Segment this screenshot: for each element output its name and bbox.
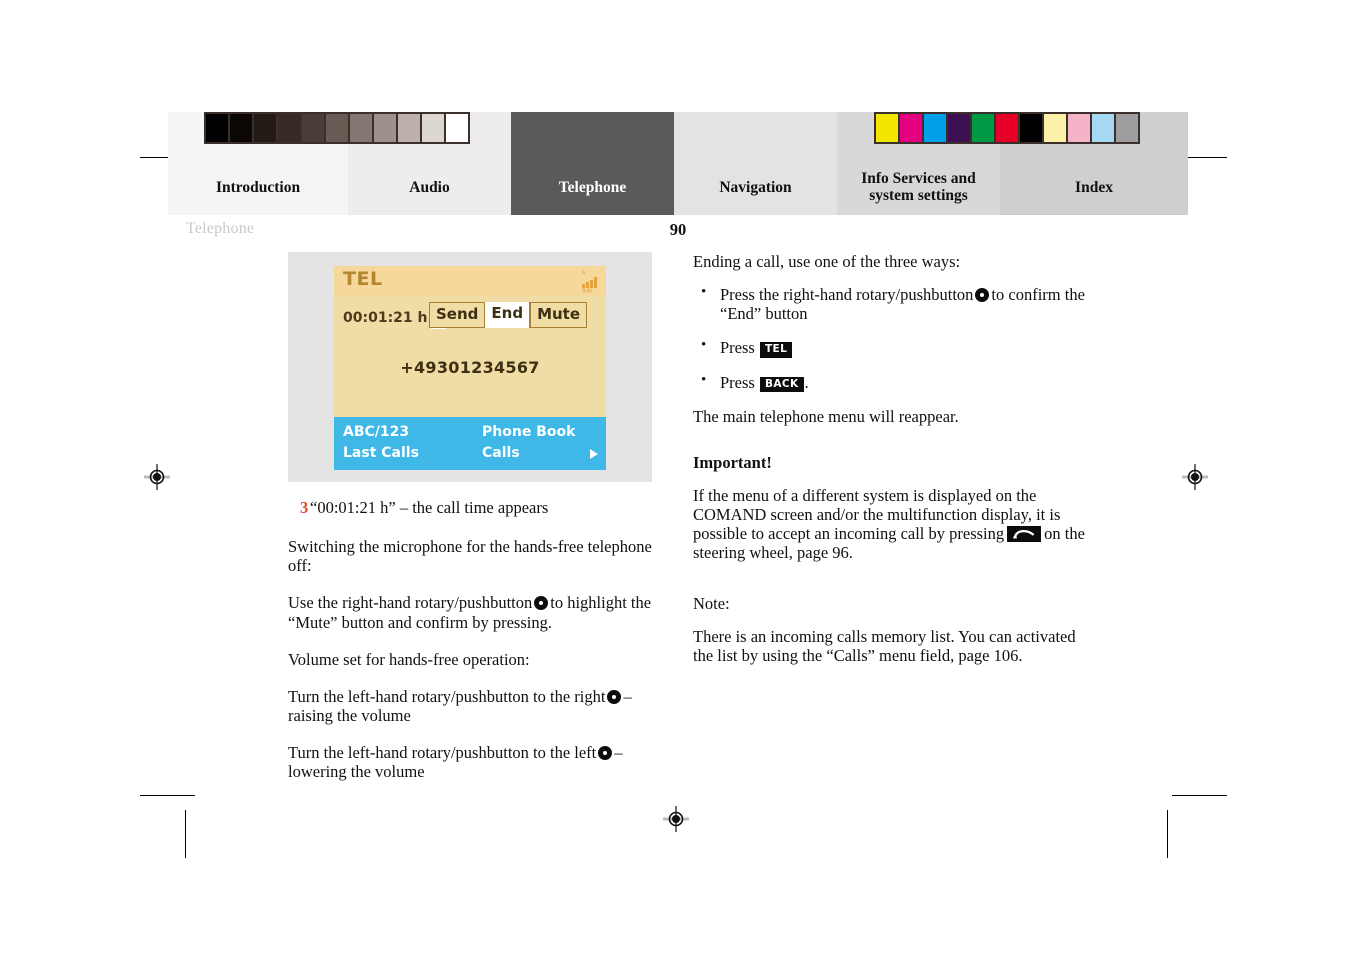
grayscale-swatch-4 xyxy=(300,114,324,142)
tab-audio-label: Audio xyxy=(409,179,450,197)
lcd-phone-number: +49301234567 xyxy=(400,358,540,377)
grayscale-swatch-7 xyxy=(372,114,396,142)
note-heading: Note: xyxy=(693,594,730,613)
lcd-footer-calls[interactable]: Calls xyxy=(482,445,520,461)
grayscale-swatch-8 xyxy=(396,114,420,142)
volume-up-before: Turn the left-hand rotary/pushbutton to … xyxy=(288,686,606,706)
lcd-footer-bar: ABC/123 Last Calls Phone Book Calls xyxy=(334,417,606,470)
important-heading: Important! xyxy=(693,452,772,472)
note-text: There is an incoming calls memory list. … xyxy=(693,627,1076,666)
tab-index-label: Index xyxy=(1075,179,1113,197)
tab-info-services-label: Info Services and system settings xyxy=(861,170,976,205)
lcd-screen: TEL s RM 00:01:21 h Send End Mute +49301… xyxy=(334,266,606,470)
phone-handset-key-icon xyxy=(1007,525,1042,542)
volume-up-instruction: Turn the left-hand rotary/pushbutton to … xyxy=(288,687,654,725)
figure-caption: 3 “00:01:21 h” – the call time appears xyxy=(288,498,654,517)
color-control-strip xyxy=(874,112,1140,144)
bullet3-after: . xyxy=(804,372,809,392)
signal-label-top: s xyxy=(582,269,586,276)
lcd-footer-last-calls[interactable]: Last Calls xyxy=(343,445,419,461)
grayscale-swatch-9 xyxy=(420,114,444,142)
bullet3-before: Press xyxy=(720,372,755,392)
volume-down-instruction: Turn the left-hand rotary/pushbutton to … xyxy=(288,743,654,781)
grayscale-swatch-0 xyxy=(206,114,228,142)
tab-info-services-label-line1: Info Services and xyxy=(861,169,976,187)
color-swatch-4 xyxy=(970,114,994,142)
ending-call-heading: Ending a call, use one of the three ways… xyxy=(693,252,961,271)
color-swatch-1 xyxy=(898,114,922,142)
mic-instruction: Use the right-hand rotary/pushbutton to h… xyxy=(288,593,654,631)
figure-caption-number: 3 xyxy=(300,498,309,517)
bullet2-before: Press xyxy=(720,338,755,358)
lcd-end-button[interactable]: End xyxy=(484,302,531,328)
grayscale-swatch-6 xyxy=(348,114,372,142)
grayscale-swatch-2 xyxy=(252,114,276,142)
rotary-pushbutton-icon xyxy=(607,689,622,704)
volume-down-before: Turn the left-hand rotary/pushbutton to … xyxy=(288,743,597,762)
chevron-right-icon xyxy=(590,449,598,459)
ending-call-bullet-list: Press the right-hand rotary/pushbuttonto… xyxy=(693,284,1085,393)
tab-introduction-label: Introduction xyxy=(215,179,301,197)
tab-telephone-label: Telephone xyxy=(558,179,627,197)
grayscale-swatch-1 xyxy=(228,114,252,142)
manual-page: Introduction Audio Telephone Navigation … xyxy=(168,112,1188,832)
list-item: Press BACK. xyxy=(693,372,1085,393)
lcd-footer-abc123[interactable]: ABC/123 xyxy=(343,424,409,440)
lcd-title: TEL xyxy=(343,268,383,290)
important-text: If the menu of a different system is dis… xyxy=(693,486,1085,563)
page-number: 90 xyxy=(669,220,687,239)
lcd-button-row: Send End Mute xyxy=(429,302,588,328)
figure-caption-text: “00:01:21 h” – the call time appears xyxy=(310,498,549,517)
rotary-pushbutton-icon xyxy=(534,596,549,611)
lcd-call-time: 00:01:21 h xyxy=(343,310,428,326)
rotary-pushbutton-icon xyxy=(598,746,613,760)
lcd-mute-button[interactable]: Mute xyxy=(530,303,587,327)
color-swatch-2 xyxy=(922,114,946,142)
color-swatch-9 xyxy=(1090,114,1114,142)
right-column: Ending a call, use one of the three ways… xyxy=(693,252,1085,683)
mic-instruction-before: Use the right-hand rotary/pushbutton xyxy=(288,593,533,613)
tab-info-services-label-line2: system settings xyxy=(869,187,968,205)
volume-heading: Volume set for hands-free operation: xyxy=(288,649,530,669)
grayscale-control-strip xyxy=(204,112,470,144)
color-swatch-7 xyxy=(1042,114,1066,142)
grayscale-swatch-10 xyxy=(444,114,468,142)
color-swatch-8 xyxy=(1066,114,1090,142)
color-swatch-6 xyxy=(1018,114,1042,142)
list-item: Press TEL xyxy=(693,337,1085,358)
tab-navigation-label: Navigation xyxy=(719,179,792,197)
list-item: Press the right-hand rotary/pushbuttonto… xyxy=(693,284,1085,323)
tel-key-icon: TEL xyxy=(759,342,793,358)
main-menu-reappear-text: The main telephone menu will reappear. xyxy=(693,407,959,427)
back-key-icon: BACK xyxy=(759,376,804,393)
tab-navigation[interactable]: Navigation xyxy=(674,112,837,215)
mic-heading: Switching the microphone for the hands-f… xyxy=(288,537,652,576)
signal-bars-icon: s RM xyxy=(582,269,600,295)
color-swatch-0 xyxy=(876,114,898,142)
grayscale-swatch-3 xyxy=(276,114,300,142)
important-text-before: If the menu of a different system is dis… xyxy=(693,485,1061,543)
lcd-footer-phone-book[interactable]: Phone Book xyxy=(482,424,575,440)
tab-telephone[interactable]: Telephone xyxy=(511,112,674,215)
lcd-send-button[interactable]: Send xyxy=(430,303,485,327)
signal-bars xyxy=(582,276,600,288)
color-swatch-3 xyxy=(946,114,970,142)
color-swatch-10 xyxy=(1114,114,1138,142)
left-column: TEL s RM 00:01:21 h Send End Mute +49301… xyxy=(288,252,654,799)
signal-label-bottom: RM xyxy=(582,288,593,295)
registration-mark-left xyxy=(144,464,170,490)
rotary-pushbutton-icon xyxy=(975,288,990,303)
color-swatch-5 xyxy=(994,114,1018,142)
lcd-figure: TEL s RM 00:01:21 h Send End Mute +49301… xyxy=(288,252,652,482)
bullet1-before: Press the right-hand rotary/pushbutton xyxy=(720,285,974,305)
grayscale-swatch-5 xyxy=(324,114,348,142)
